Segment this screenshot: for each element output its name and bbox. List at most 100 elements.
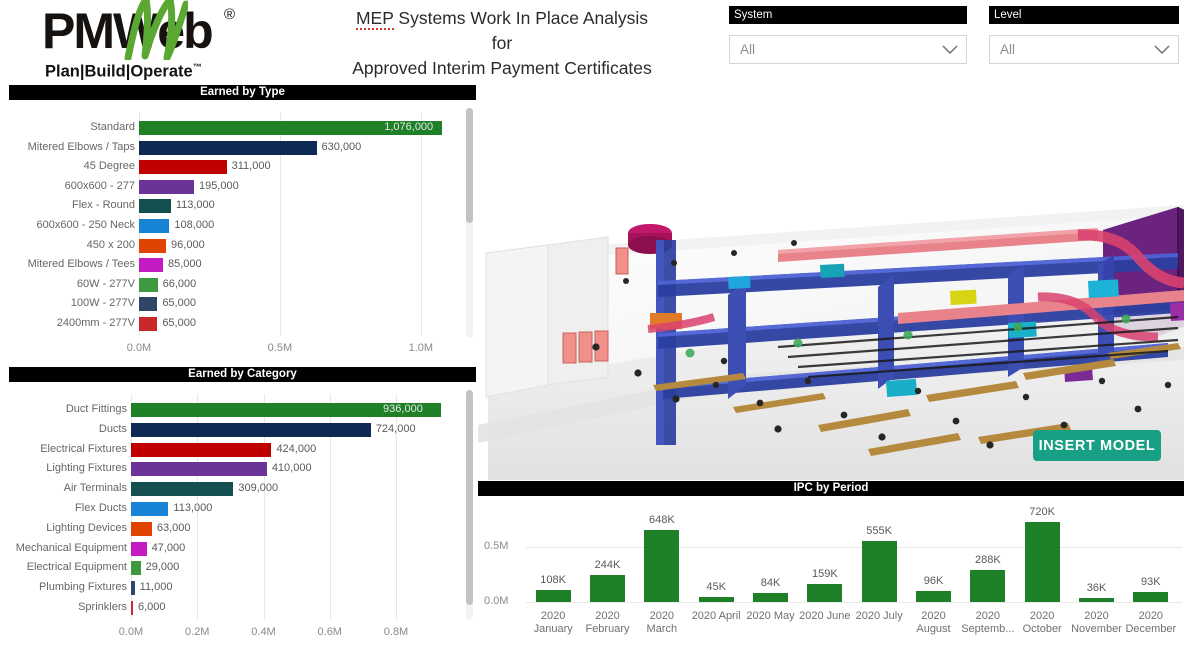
bar-category-label: 600x600 - 277 <box>64 179 135 192</box>
bar[interactable] <box>131 482 234 497</box>
bar-value-label: 108,000 <box>174 219 215 231</box>
bar-row[interactable]: Plumbing Fixtures 11,000 <box>9 578 476 597</box>
x-axis-category-label: 2020 January <box>533 610 573 635</box>
bar-row[interactable]: Electrical Fixtures 424,000 <box>9 440 476 459</box>
bar-value-label: 630,000 <box>321 140 362 153</box>
x-axis-tick: 0.4M <box>251 625 276 638</box>
bar-value-label: 96K <box>923 575 944 588</box>
bar[interactable] <box>139 179 194 194</box>
bar-row[interactable]: Lighting Devices 63,000 <box>9 519 476 538</box>
bar[interactable] <box>131 462 267 477</box>
bar[interactable] <box>139 140 317 155</box>
x-axis-category-label: 2020 December <box>1125 610 1177 635</box>
bar-value-label: 309,000 <box>238 482 279 495</box>
bar-value-label: 1,076,000 <box>384 121 434 133</box>
bar[interactable] <box>139 219 170 233</box>
bar-row[interactable]: Mitered Elbows / Tees 85,000 <box>9 255 476 274</box>
bar[interactable] <box>1024 522 1060 602</box>
bar[interactable] <box>131 502 169 516</box>
bar[interactable] <box>970 570 1006 602</box>
bar[interactable] <box>139 258 163 273</box>
slicer-level-dropdown[interactable]: All <box>989 35 1179 64</box>
chart-ipc-by-period[interactable]: 0.0M 0.5M 108K 2020 January 244K 2020 February 6… <box>478 496 1184 655</box>
bar-category-label: 100W - 277V <box>70 297 135 310</box>
bar-category-label: Mechanical Equipment <box>15 541 127 554</box>
bar-row[interactable]: 450 x 200 96,000 <box>9 236 476 255</box>
bar[interactable] <box>131 601 133 615</box>
bar-row[interactable]: 100W - 277V 65,000 <box>9 294 476 313</box>
bar[interactable] <box>139 160 227 175</box>
bar-row[interactable]: Sprinklers 6,000 <box>9 598 476 617</box>
slicer-system-label: System <box>729 6 967 24</box>
bar[interactable] <box>131 561 141 576</box>
x-axis-tick: 1.0M <box>408 341 434 354</box>
bar-value-label: 65,000 <box>162 297 196 310</box>
chart-earned-by-category[interactable]: Duct Fittings 936,000 Ducts 724,000 Electric… <box>9 382 476 647</box>
bar-row[interactable]: Duct Fittings 936,000 <box>9 400 476 419</box>
bar[interactable] <box>644 530 680 602</box>
bar[interactable] <box>590 575 625 602</box>
panel-title-earned-by-category: Earned by Category <box>9 367 476 382</box>
bar-category-label: Ducts <box>98 422 127 435</box>
bar-row[interactable]: Flex Ducts 113,000 <box>9 499 476 518</box>
bar[interactable] <box>131 422 371 437</box>
bar-row[interactable]: 2400mm - 277V 65,000 <box>9 314 476 333</box>
slicer-system: System All <box>729 6 967 64</box>
x-axis-category-label: 2020 June <box>799 610 851 622</box>
bar[interactable] <box>753 592 788 602</box>
x-axis-category-label: 2020 February <box>585 610 630 635</box>
bar[interactable] <box>131 541 147 556</box>
x-axis-category-label: 2020 March <box>646 610 678 635</box>
bar-value-label: 311,000 <box>231 160 271 173</box>
bar-row[interactable]: Mitered Elbows / Taps 630,000 <box>9 138 476 157</box>
bar[interactable] <box>807 584 843 602</box>
bar[interactable] <box>139 199 171 214</box>
bar[interactable] <box>861 540 897 602</box>
x-axis-category-label: 2020 November <box>1071 610 1122 635</box>
bar[interactable] <box>535 590 571 602</box>
bar[interactable] <box>1133 591 1169 602</box>
bar-row[interactable]: 600x600 - 277 195,000 <box>9 177 476 196</box>
slicer-system-dropdown[interactable]: All <box>729 35 967 64</box>
bar[interactable] <box>139 238 167 253</box>
bar-row[interactable]: 45 Degree 311,000 <box>9 157 476 176</box>
model-viewer[interactable]: INSERT MODEL <box>478 85 1184 480</box>
bar[interactable] <box>131 581 135 596</box>
bar-row[interactable]: Air Terminals 309,000 <box>9 479 476 498</box>
x-axis-tick: 0.0M <box>118 625 144 638</box>
bar-row[interactable]: Flex - Round 113,000 <box>9 196 476 215</box>
insert-model-button[interactable]: INSERT MODEL <box>1033 430 1161 461</box>
bar-row[interactable]: 600x600 - 250 Neck 108,000 <box>9 216 476 235</box>
bar-value-label: 108K <box>540 574 566 587</box>
title-line2: Approved Interim Payment Certificates <box>352 58 652 78</box>
bar-value-label: 84K <box>760 576 781 589</box>
bar[interactable] <box>139 297 158 312</box>
bar-row[interactable]: Lighting Fixtures 410,000 <box>9 459 476 478</box>
chart-earned-by-type[interactable]: Standard 1,076,000 Mitered Elbows / Taps 63… <box>9 100 476 365</box>
bar[interactable] <box>139 317 158 331</box>
bar[interactable] <box>139 277 158 292</box>
slicer-level-label: Level <box>989 6 1179 24</box>
bar-value-label: 724,000 <box>375 422 416 435</box>
bar-value-label: 113,000 <box>173 502 213 514</box>
registered-mark: ® <box>224 6 236 23</box>
bar[interactable] <box>131 521 152 536</box>
bar-category-label: Mitered Elbows / Tees <box>27 258 135 271</box>
bar-category-label: Mitered Elbows / Taps <box>27 140 135 153</box>
bar-value-label: 244K <box>594 559 621 572</box>
bar-row[interactable]: 60W - 277V 66,000 <box>9 275 476 294</box>
bar-value-label: 85,000 <box>167 258 202 271</box>
bar-row[interactable]: Standard 1,076,000 <box>9 118 476 137</box>
bar-row[interactable]: Electrical Equipment 29,000 <box>9 558 476 577</box>
bar-row[interactable]: Ducts 724,000 <box>9 420 476 439</box>
bar[interactable] <box>131 442 272 457</box>
bar-category-label: Electrical Fixtures <box>40 442 127 455</box>
bar-value-label: 47,000 <box>151 541 186 554</box>
bar-value-label: 11,000 <box>139 581 173 594</box>
bar[interactable] <box>1079 598 1114 602</box>
bar[interactable] <box>916 591 951 602</box>
bar-row[interactable]: Mechanical Equipment 47,000 <box>9 539 476 558</box>
bar-value-label: 159K <box>811 568 838 581</box>
bar[interactable] <box>698 597 734 602</box>
gridline <box>526 602 1182 603</box>
